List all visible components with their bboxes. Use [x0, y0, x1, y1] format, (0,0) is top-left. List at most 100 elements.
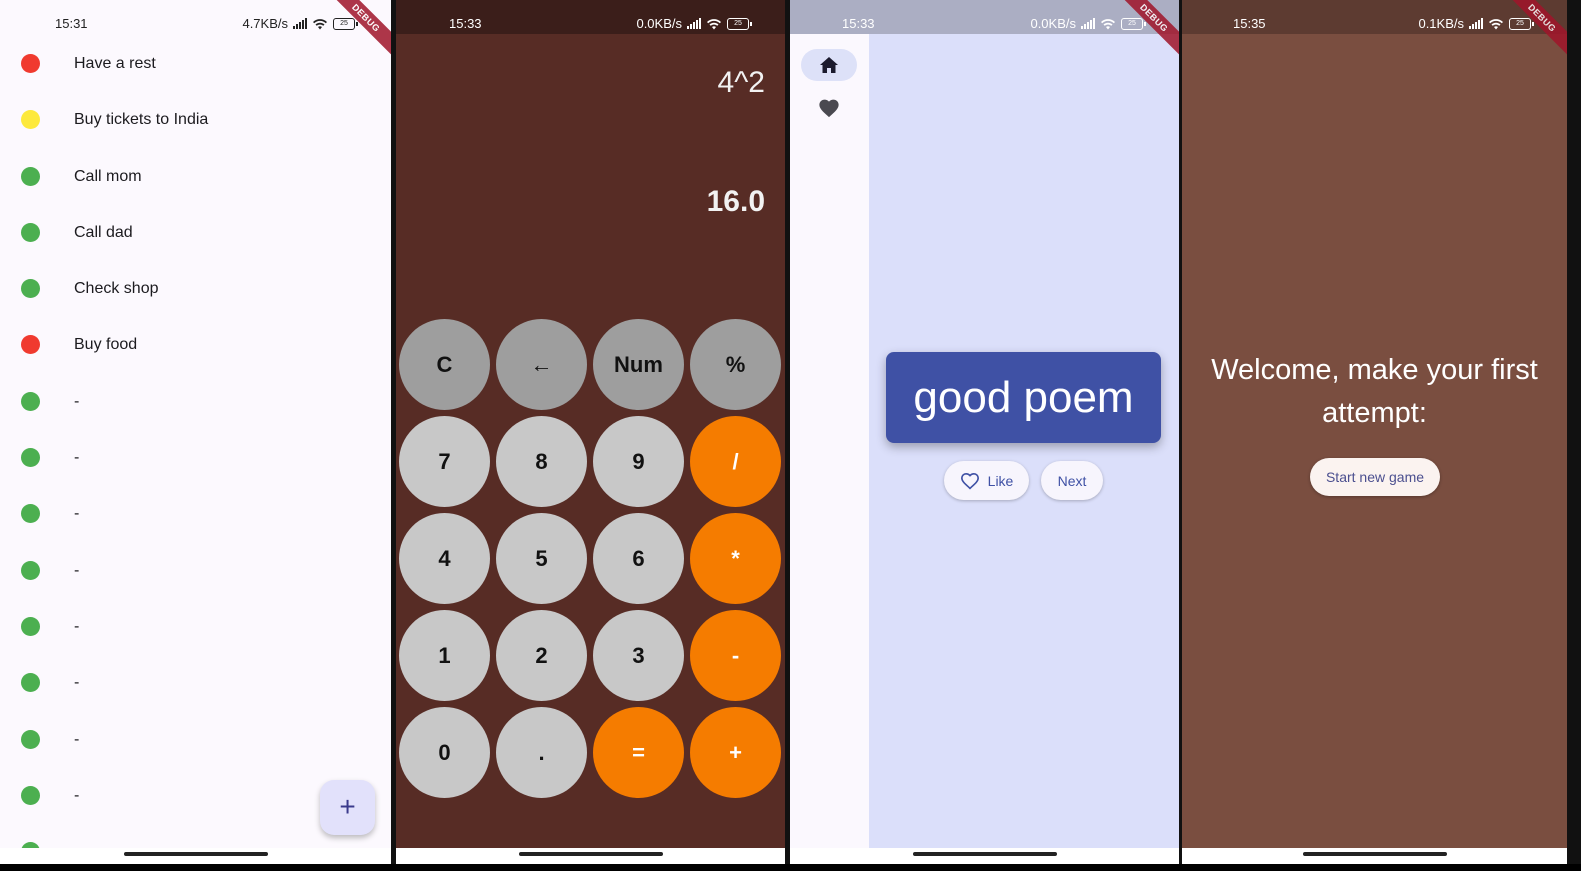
- calc-key[interactable]: 3: [593, 610, 684, 701]
- todo-item-label: -: [74, 392, 80, 410]
- network-speed: 0.0KB/s: [636, 16, 682, 31]
- calc-key[interactable]: 5: [496, 513, 587, 604]
- todo-item-label: Buy food: [74, 336, 138, 354]
- wifi-icon: [1489, 18, 1503, 29]
- status-dot: [21, 279, 40, 299]
- wifi-icon: [707, 18, 721, 29]
- todo-item-label: -: [74, 674, 80, 692]
- calc-key[interactable]: %: [690, 319, 781, 410]
- like-label: Like: [987, 472, 1014, 489]
- status-dot: [21, 785, 40, 805]
- signal-icon: [1469, 18, 1483, 29]
- expression-display: 4^2: [717, 66, 765, 99]
- next-button[interactable]: Next: [1041, 461, 1103, 500]
- todo-item[interactable]: -: [0, 373, 391, 429]
- home-indicator[interactable]: [123, 852, 268, 856]
- battery-icon: 25: [727, 17, 752, 30]
- calc-key[interactable]: 7: [399, 416, 490, 507]
- battery-icon: 25: [333, 17, 358, 30]
- home-indicator[interactable]: [912, 852, 1057, 856]
- heart-outline-icon: [960, 472, 979, 489]
- calc-key[interactable]: 6: [593, 513, 684, 604]
- todo-item-label: Check shop: [74, 280, 159, 298]
- todo-item-label: -: [74, 617, 80, 635]
- status-dot: [21, 448, 40, 468]
- battery-icon: 25: [1509, 17, 1534, 30]
- todo-item[interactable]: -: [0, 654, 391, 710]
- signal-icon: [293, 18, 307, 29]
- status-time: 15:33: [842, 16, 875, 31]
- todo-item[interactable]: -: [0, 485, 391, 541]
- gesture-bar: [396, 848, 785, 864]
- todo-item-label: Call mom: [74, 167, 142, 185]
- todo-item-label: Buy tickets to India: [74, 111, 209, 129]
- todo-item[interactable]: Buy food: [0, 316, 391, 372]
- status-dot: [21, 729, 40, 749]
- add-todo-button[interactable]: +: [320, 780, 375, 835]
- home-indicator[interactable]: [1302, 852, 1447, 856]
- next-label: Next: [1057, 472, 1087, 489]
- battery-icon: 25: [1121, 17, 1146, 30]
- status-dot: [21, 560, 40, 580]
- home-indicator[interactable]: [518, 852, 663, 856]
- todo-item[interactable]: Call dad: [0, 204, 391, 260]
- gesture-bar: [0, 848, 391, 864]
- todo-item[interactable]: Call mom: [0, 148, 391, 204]
- status-bar: 15:33 0.0KB/s 25: [396, 0, 785, 34]
- word-card: good poem: [886, 352, 1161, 443]
- calc-key[interactable]: *: [690, 513, 781, 604]
- gesture-bar: [1182, 848, 1567, 864]
- network-speed: 4.7KB/s: [242, 16, 288, 31]
- calc-key[interactable]: .: [496, 707, 587, 798]
- result-display: 16.0: [706, 185, 765, 218]
- todo-item-label: Have a rest: [74, 55, 156, 72]
- status-dot: [21, 391, 40, 411]
- todo-item[interactable]: -: [0, 711, 391, 767]
- calc-key[interactable]: 8: [496, 416, 587, 507]
- status-dot: [21, 616, 40, 636]
- todo-item[interactable]: -: [0, 429, 391, 485]
- calc-key[interactable]: 1: [399, 610, 490, 701]
- todo-item[interactable]: -: [0, 598, 391, 654]
- calc-key[interactable]: 0: [399, 707, 490, 798]
- todo-item-label: -: [74, 561, 80, 579]
- calc-key[interactable]: -: [690, 610, 781, 701]
- signal-icon: [1081, 18, 1095, 29]
- poem-app-screen: 15:33 0.0KB/s 25 DEBUG good poem Like Ne…: [790, 0, 1179, 864]
- status-dot: [21, 166, 40, 186]
- todo-item-label: Call dad: [74, 223, 133, 241]
- status-time: 15:35: [1233, 16, 1266, 31]
- todo-item[interactable]: Buy tickets to India: [0, 91, 391, 147]
- calc-key[interactable]: C: [399, 319, 490, 410]
- status-dot: [21, 673, 40, 693]
- status-bar: 15:35 0.1KB/s 25: [1182, 0, 1567, 34]
- todo-item-label: -: [74, 730, 80, 748]
- start-new-game-button[interactable]: Start new game: [1310, 458, 1440, 496]
- todo-item[interactable]: Have a rest: [0, 35, 391, 91]
- todo-item[interactable]: -: [0, 542, 391, 598]
- status-dot: [21, 504, 40, 524]
- status-dot: [21, 335, 40, 355]
- calc-key[interactable]: 4: [399, 513, 490, 604]
- calc-key[interactable]: ←: [496, 319, 587, 410]
- calc-key[interactable]: 9: [593, 416, 684, 507]
- calc-key[interactable]: 2: [496, 610, 587, 701]
- status-dot: [21, 54, 40, 73]
- status-dot: [21, 110, 40, 130]
- status-bar: 15:33 0.0KB/s 25: [790, 0, 1179, 34]
- calc-key[interactable]: =: [593, 707, 684, 798]
- calc-key[interactable]: Num: [593, 319, 684, 410]
- status-bar: 15:31 4.7KB/s 25: [0, 0, 391, 34]
- heart-icon[interactable]: [818, 97, 840, 119]
- status-time: 15:31: [55, 16, 88, 31]
- calc-key[interactable]: /: [690, 416, 781, 507]
- nav-home[interactable]: [801, 49, 857, 81]
- todo-item-label: -: [74, 505, 80, 523]
- todo-item-label: -: [74, 449, 80, 467]
- wifi-icon: [313, 18, 327, 29]
- calc-key[interactable]: +: [690, 707, 781, 798]
- welcome-message: Welcome, make your first attempt:: [1211, 354, 1538, 429]
- todo-item[interactable]: Check shop: [0, 260, 391, 316]
- network-speed: 0.1KB/s: [1418, 16, 1464, 31]
- like-button[interactable]: Like: [944, 461, 1029, 500]
